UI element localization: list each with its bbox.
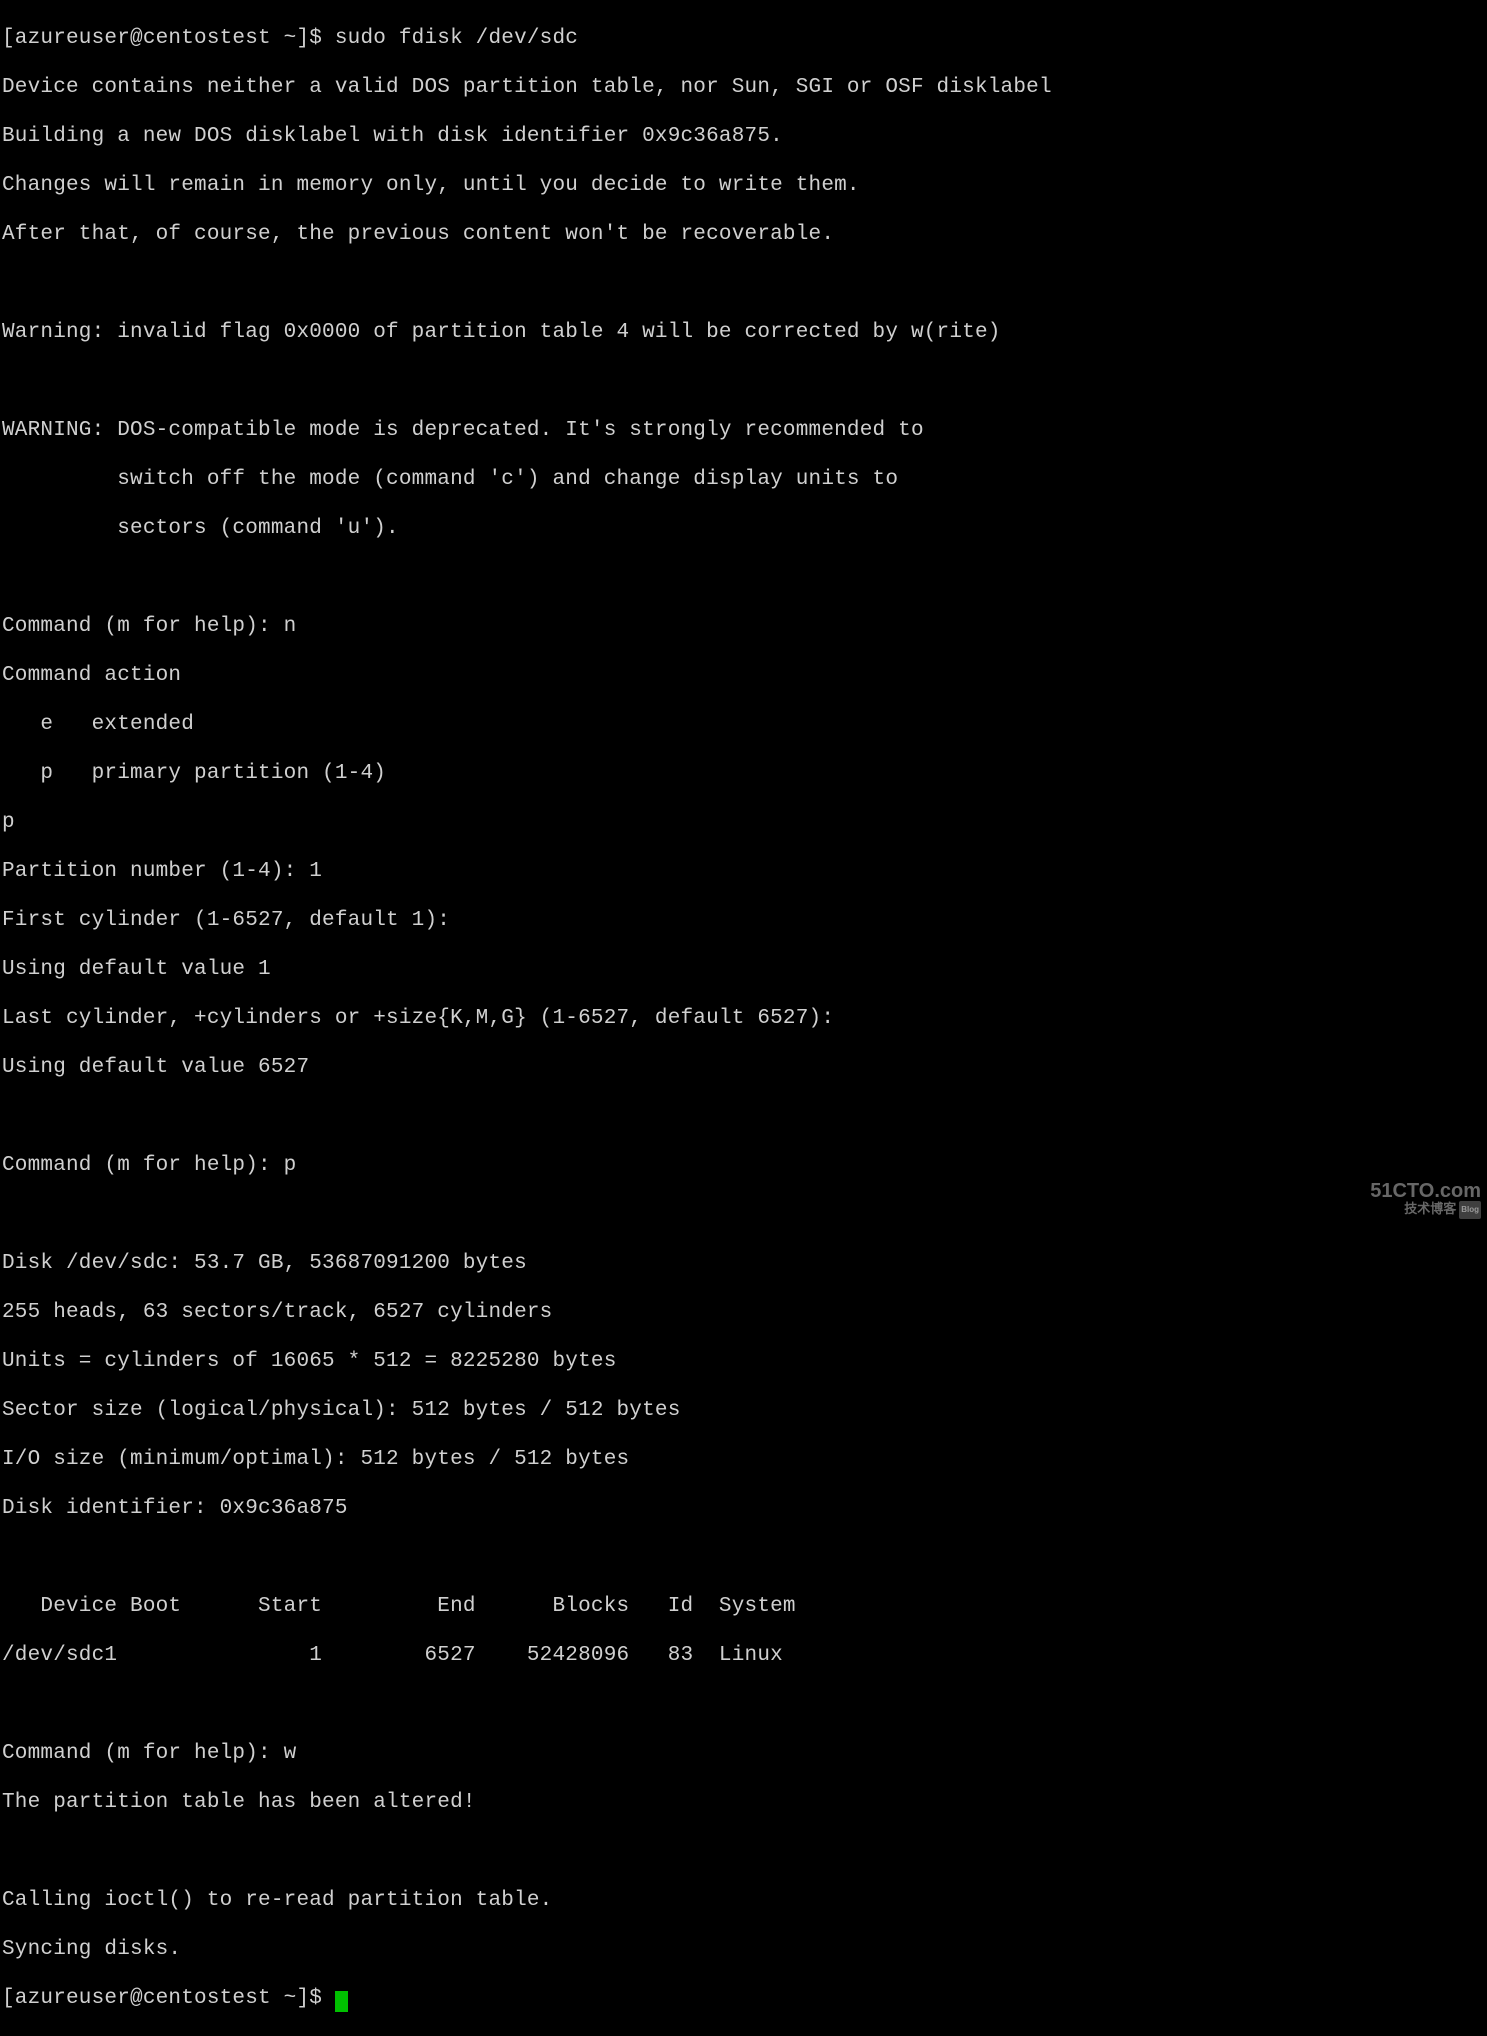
blank-line: [2, 272, 1487, 297]
output-line: Device contains neither a valid DOS part…: [2, 76, 1487, 101]
prompt-command-line: [azureuser@centostest ~]$ sudo fdisk /de…: [2, 27, 1487, 52]
disk-info-line: Units = cylinders of 16065 * 512 = 82252…: [2, 1350, 1487, 1375]
blank-line: [2, 1693, 1487, 1718]
output-line: p primary partition (1-4): [2, 762, 1487, 787]
output-line: After that, of course, the previous cont…: [2, 223, 1487, 248]
blank-line: [2, 1546, 1487, 1571]
disk-info-line: Disk identifier: 0x9c36a875: [2, 1497, 1487, 1522]
terminal-output[interactable]: [azureuser@centostest ~]$ sudo fdisk /de…: [0, 0, 1487, 2036]
disk-info-line: I/O size (minimum/optimal): 512 bytes / …: [2, 1448, 1487, 1473]
output-line: Syncing disks.: [2, 1938, 1487, 1963]
blank-line: [2, 1105, 1487, 1130]
cursor-icon[interactable]: [335, 1991, 348, 2012]
disk-info-line: Disk /dev/sdc: 53.7 GB, 53687091200 byte…: [2, 1252, 1487, 1277]
output-line: Command action: [2, 664, 1487, 689]
warning-line: WARNING: DOS-compatible mode is deprecat…: [2, 419, 1487, 444]
watermark-bottom: 技术博客Blog: [1370, 1200, 1481, 1219]
warning-line: Warning: invalid flag 0x0000 of partitio…: [2, 321, 1487, 346]
blank-line: [2, 1840, 1487, 1865]
command-prompt-line: Command (m for help): w: [2, 1742, 1487, 1767]
output-line: Using default value 1: [2, 958, 1487, 983]
watermark: 51CTO.com 技术博客Blog: [1370, 1182, 1481, 1219]
watermark-badge: Blog: [1459, 1201, 1481, 1219]
disk-info-line: Sector size (logical/physical): 512 byte…: [2, 1399, 1487, 1424]
output-line: The partition table has been altered!: [2, 1791, 1487, 1816]
input-prompt-line: Last cylinder, +cylinders or +size{K,M,G…: [2, 1007, 1487, 1032]
blank-line: [2, 566, 1487, 591]
warning-line: switch off the mode (command 'c') and ch…: [2, 468, 1487, 493]
output-line: Calling ioctl() to re-read partition tab…: [2, 1889, 1487, 1914]
blank-line: [2, 1203, 1487, 1228]
output-line: Using default value 6527: [2, 1056, 1487, 1081]
input-prompt-line: First cylinder (1-6527, default 1):: [2, 909, 1487, 934]
output-line: Changes will remain in memory only, unti…: [2, 174, 1487, 199]
user-input-line: p: [2, 811, 1487, 836]
input-prompt-line: Partition number (1-4): 1: [2, 860, 1487, 885]
shell-prompt-line: [azureuser@centostest ~]$: [2, 1987, 1487, 2012]
blank-line: [2, 370, 1487, 395]
output-line: Building a new DOS disklabel with disk i…: [2, 125, 1487, 150]
shell-prompt-text: [azureuser@centostest ~]$: [2, 1987, 335, 2010]
partition-table-row: /dev/sdc1 1 6527 52428096 83 Linux: [2, 1644, 1487, 1669]
output-line: e extended: [2, 713, 1487, 738]
warning-line: sectors (command 'u').: [2, 517, 1487, 542]
watermark-top: 51CTO.com: [1370, 1182, 1481, 1200]
disk-info-line: 255 heads, 63 sectors/track, 6527 cylind…: [2, 1301, 1487, 1326]
partition-table-header: Device Boot Start End Blocks Id System: [2, 1595, 1487, 1620]
command-prompt-line: Command (m for help): n: [2, 615, 1487, 640]
command-prompt-line: Command (m for help): p: [2, 1154, 1487, 1179]
